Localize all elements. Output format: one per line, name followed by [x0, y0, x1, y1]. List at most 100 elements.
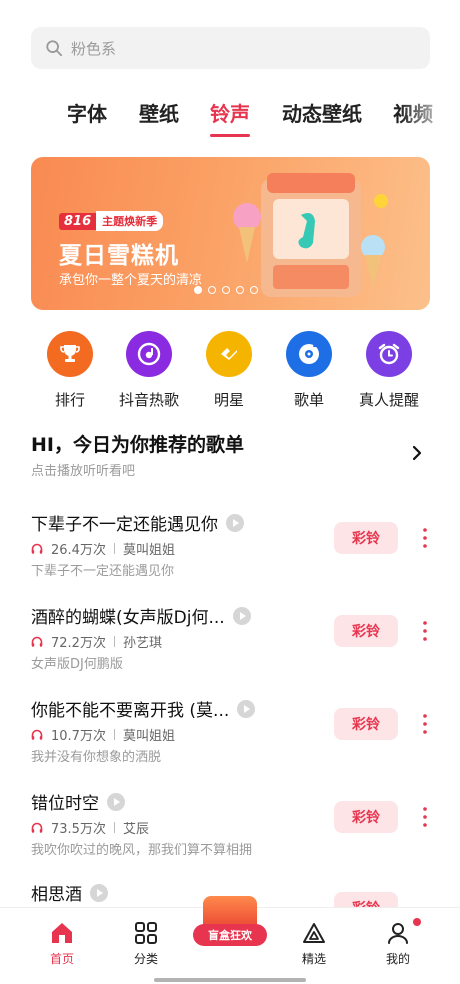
song-meta: 73.5万次 艾辰	[31, 818, 149, 837]
play-icon[interactable]	[232, 606, 251, 625]
headphone-icon	[31, 543, 43, 554]
category-douyin-hits[interactable]: 抖音热歌	[119, 331, 179, 410]
song-title-row: 酒醉的蝴蝶(女声版Dj何...	[31, 603, 251, 628]
song-description: 女声版DJ何鹏版	[31, 657, 123, 672]
home-icon	[52, 923, 72, 943]
pagination-dot[interactable]	[250, 286, 258, 294]
ringback-button[interactable]: 彩铃	[334, 522, 398, 554]
headphone-icon	[31, 729, 43, 740]
pagination-dot[interactable]	[194, 286, 202, 294]
category-voice-reminder[interactable]: 真人提醒	[359, 331, 419, 410]
banner-pagination	[194, 286, 258, 294]
song-meta: 10.7万次 莫叫姐姐	[31, 725, 175, 744]
category-douyin-hits-label: 抖音热歌	[119, 391, 180, 409]
song-meta: 26.4万次 莫叫姐姐	[31, 539, 175, 558]
ice-cream-machine-illustration	[233, 173, 388, 297]
play-icon[interactable]	[90, 883, 108, 902]
star-diamond-icon	[206, 331, 252, 377]
nav-mine-label: 我的	[385, 952, 410, 966]
pagination-dot[interactable]	[222, 286, 230, 294]
search-bar[interactable]: 粉色系	[31, 27, 430, 69]
song-item[interactable]: 酒醉的蝴蝶(女声版Dj何... 72.2万次 孙艺琪 女声版DJ何鹏版 彩铃	[0, 603, 460, 697]
headphone-icon	[31, 822, 43, 833]
home-indicator[interactable]	[154, 978, 306, 982]
pagination-dot[interactable]	[208, 286, 216, 294]
chevron-right-icon[interactable]	[410, 445, 424, 461]
ringback-button[interactable]: 彩铃	[334, 801, 398, 833]
play-icon[interactable]	[226, 513, 244, 532]
user-icon	[388, 923, 408, 944]
song-title-row: 错位时空	[31, 789, 125, 814]
notification-dot	[413, 918, 421, 926]
pagination-dot[interactable]	[236, 286, 244, 294]
song-item[interactable]: 下辈子不一定还能遇见你 26.4万次 莫叫姐姐 下辈子不一定还能遇见你 彩铃	[0, 510, 460, 604]
tab-live-wallpaper[interactable]: 动态壁纸	[282, 98, 362, 127]
headphone-icon	[31, 636, 43, 647]
meta-divider	[113, 822, 115, 833]
alarm-clock-icon	[366, 331, 412, 377]
bottom-nav: 首页 分类 盲盒狂欢 精选 我的	[0, 896, 460, 984]
nav-category[interactable]: 分类	[116, 920, 176, 967]
category-playlist-label: 歌单	[293, 391, 324, 409]
ringback-button[interactable]: 彩铃	[334, 615, 398, 647]
song-artist: 艾辰	[122, 822, 149, 837]
search-icon	[46, 40, 63, 57]
category-stars-label: 明星	[213, 391, 244, 409]
song-meta: 72.2万次 孙艺琪	[31, 632, 162, 651]
song-title-row: 你能不能不要离开我 (莫...	[31, 696, 256, 721]
song-title-row: 相思酒	[31, 880, 108, 905]
tab-fade-left	[0, 92, 40, 140]
song-plays: 72.2万次	[51, 636, 106, 651]
category-ranking-label: 排行	[54, 391, 85, 409]
more-options-icon[interactable]	[421, 617, 429, 645]
song-item[interactable]: 你能不能不要离开我 (莫... 10.7万次 莫叫姐姐 我并没有你想象的洒脱 彩铃	[0, 696, 460, 790]
song-description: 我并没有你想象的洒脱	[31, 750, 162, 765]
category-voice-reminder-label: 真人提醒	[359, 391, 420, 409]
song-artist: 莫叫姐姐	[122, 543, 175, 558]
meta-divider	[113, 729, 115, 740]
more-options-icon[interactable]	[421, 803, 429, 831]
more-options-icon[interactable]	[421, 524, 429, 552]
meta-divider	[113, 636, 115, 647]
tab-ringtone[interactable]: 铃声	[210, 98, 250, 127]
nav-featured-label: 精选	[301, 952, 326, 966]
category-playlist[interactable]: 歌单	[279, 331, 339, 410]
play-icon[interactable]	[237, 699, 256, 718]
grid-icon	[135, 922, 157, 944]
song-title: 下辈子不一定还能遇见你	[31, 515, 218, 535]
more-options-icon[interactable]	[421, 710, 429, 738]
category-tabs: 字体 壁纸 铃声 动态壁纸 视频	[0, 92, 460, 140]
nav-mine[interactable]: 我的	[368, 920, 428, 967]
banner-badge-text: 主题焕新季	[96, 211, 164, 231]
category-ranking[interactable]: 排行	[40, 331, 100, 410]
music-disc-icon	[126, 331, 172, 377]
song-title: 错位时空	[31, 794, 99, 814]
trophy-icon	[47, 331, 93, 377]
meta-divider	[113, 543, 115, 554]
nav-blind-box[interactable]: 盲盒狂欢	[193, 896, 267, 954]
tab-fade-right	[400, 92, 460, 140]
nav-home[interactable]: 首页	[32, 920, 92, 967]
song-description: 下辈子不一定还能遇见你	[31, 564, 175, 579]
banner-badge-number: 816	[59, 212, 97, 230]
ringback-button[interactable]: 彩铃	[334, 708, 398, 740]
nav-featured[interactable]: 精选	[284, 920, 344, 967]
banner-title: 夏日雪糕机	[59, 243, 179, 269]
tab-font[interactable]: 字体	[67, 98, 107, 127]
song-plays: 73.5万次	[51, 822, 106, 837]
song-title: 你能不能不要离开我 (莫...	[31, 701, 230, 721]
song-artist: 孙艺琪	[122, 636, 162, 651]
song-description: 我吹你吹过的晚风，那我们算不算相拥	[31, 843, 253, 858]
song-title-row: 下辈子不一定还能遇见你	[31, 510, 244, 535]
play-icon[interactable]	[107, 792, 125, 811]
banner-subtitle: 承包你一整个夏天的清凉	[59, 273, 203, 288]
tab-wallpaper[interactable]: 壁纸	[139, 98, 179, 127]
banner-badge: 816 主题焕新季	[59, 211, 164, 231]
song-artist: 莫叫姐姐	[122, 729, 175, 744]
promo-banner[interactable]: 816 主题焕新季 夏日雪糕机 承包你一整个夏天的清凉	[31, 157, 430, 310]
category-stars[interactable]: 明星	[199, 331, 259, 410]
song-title: 相思酒	[31, 885, 82, 905]
nav-blind-box-label: 盲盒狂欢	[193, 924, 267, 946]
song-plays: 26.4万次	[51, 543, 106, 558]
song-item[interactable]: 错位时空 73.5万次 艾辰 我吹你吹过的晚风，那我们算不算相拥 彩铃	[0, 789, 460, 883]
